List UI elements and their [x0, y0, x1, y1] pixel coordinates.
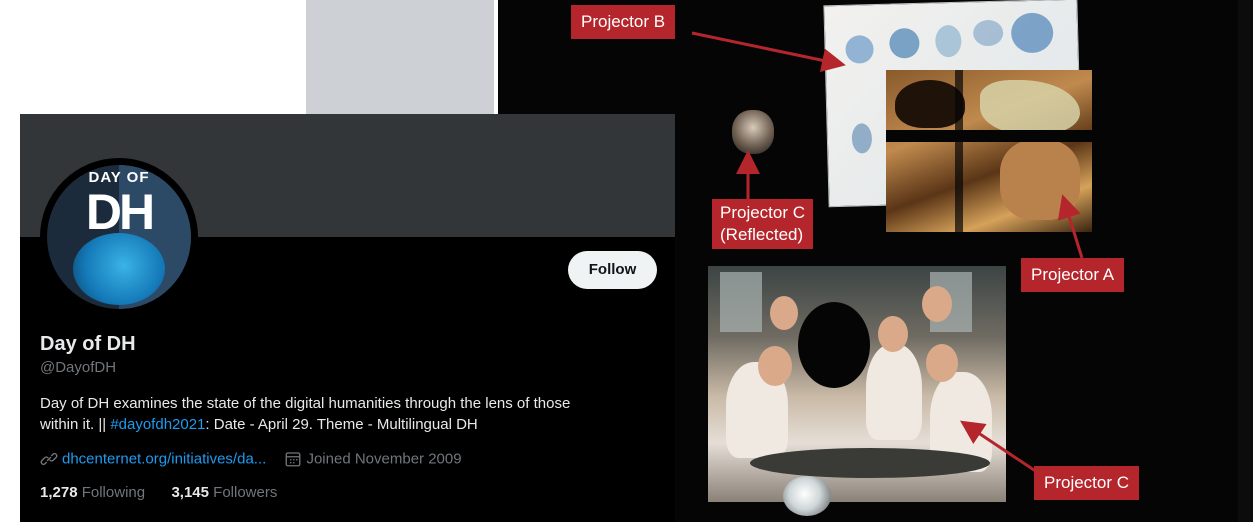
globe-icon: [73, 233, 165, 305]
label-projector-c-reflected-line1: Projector C: [720, 203, 806, 222]
followers-count: 3,145: [171, 484, 209, 501]
label-projector-c-reflected-line2: (Reflected): [720, 225, 804, 244]
bio-line-1: Day of DH examines the state of the digi…: [40, 395, 571, 412]
person-face: [926, 344, 958, 382]
profile-card: DAY OF DH Follow Day of DH @DayofDH Day …: [20, 114, 675, 522]
person-face: [878, 316, 908, 352]
person-face: [770, 296, 798, 330]
gray-background-block: [306, 0, 494, 114]
label-projector-c: Projector C: [1034, 466, 1140, 500]
followers-stat[interactable]: 3,145 Followers: [171, 484, 277, 501]
person-face: [922, 286, 952, 322]
following-label: Following: [81, 484, 146, 501]
avatar-logo: DAY OF DH: [47, 165, 191, 309]
photo-edge: [1238, 0, 1253, 522]
website-link[interactable]: dhcenternet.org/initiatives/da...: [62, 451, 266, 468]
avatar-logo-main-text: DH: [85, 184, 155, 240]
calendar-icon: [286, 452, 301, 467]
profile-stats: 1,278 Following 3,145 Followers: [40, 484, 277, 501]
following-count: 1,278: [40, 484, 78, 501]
bio-line-2-start: within it. ||: [40, 416, 111, 433]
person-face: [758, 346, 792, 386]
label-projector-c-reflected: Projector C (Reflected): [712, 199, 814, 249]
reflected-portrait: [732, 110, 774, 154]
label-projector-a: Projector A: [1021, 258, 1125, 292]
profile-avatar[interactable]: DAY OF DH: [40, 158, 198, 316]
person-figure: [866, 344, 922, 440]
globe-reflection: [783, 476, 831, 516]
bio-line-2-end: : Date - April 29. Theme - Multilingual …: [205, 416, 478, 433]
projector-c-shadow: [798, 302, 870, 388]
profile-handle: @DayofDH: [40, 359, 117, 376]
table: [750, 448, 990, 478]
followers-label: Followers: [213, 484, 278, 501]
profile-display-name: Day of DH: [40, 333, 136, 355]
joined-date: Joined November 2009: [306, 450, 462, 468]
label-projector-b: Projector B: [571, 5, 676, 39]
profile-bio: Day of DH examines the state of the digi…: [40, 393, 660, 435]
follow-button[interactable]: Follow: [568, 251, 657, 289]
bio-hashtag-link[interactable]: #dayofdh2021: [110, 416, 205, 433]
link-icon: [40, 453, 58, 465]
avatar-logo-top-text: DAY OF: [88, 169, 150, 186]
following-stat[interactable]: 1,278 Following: [40, 484, 145, 501]
profile-meta: dhcenternet.org/initiatives/da... Joined…: [40, 450, 462, 470]
